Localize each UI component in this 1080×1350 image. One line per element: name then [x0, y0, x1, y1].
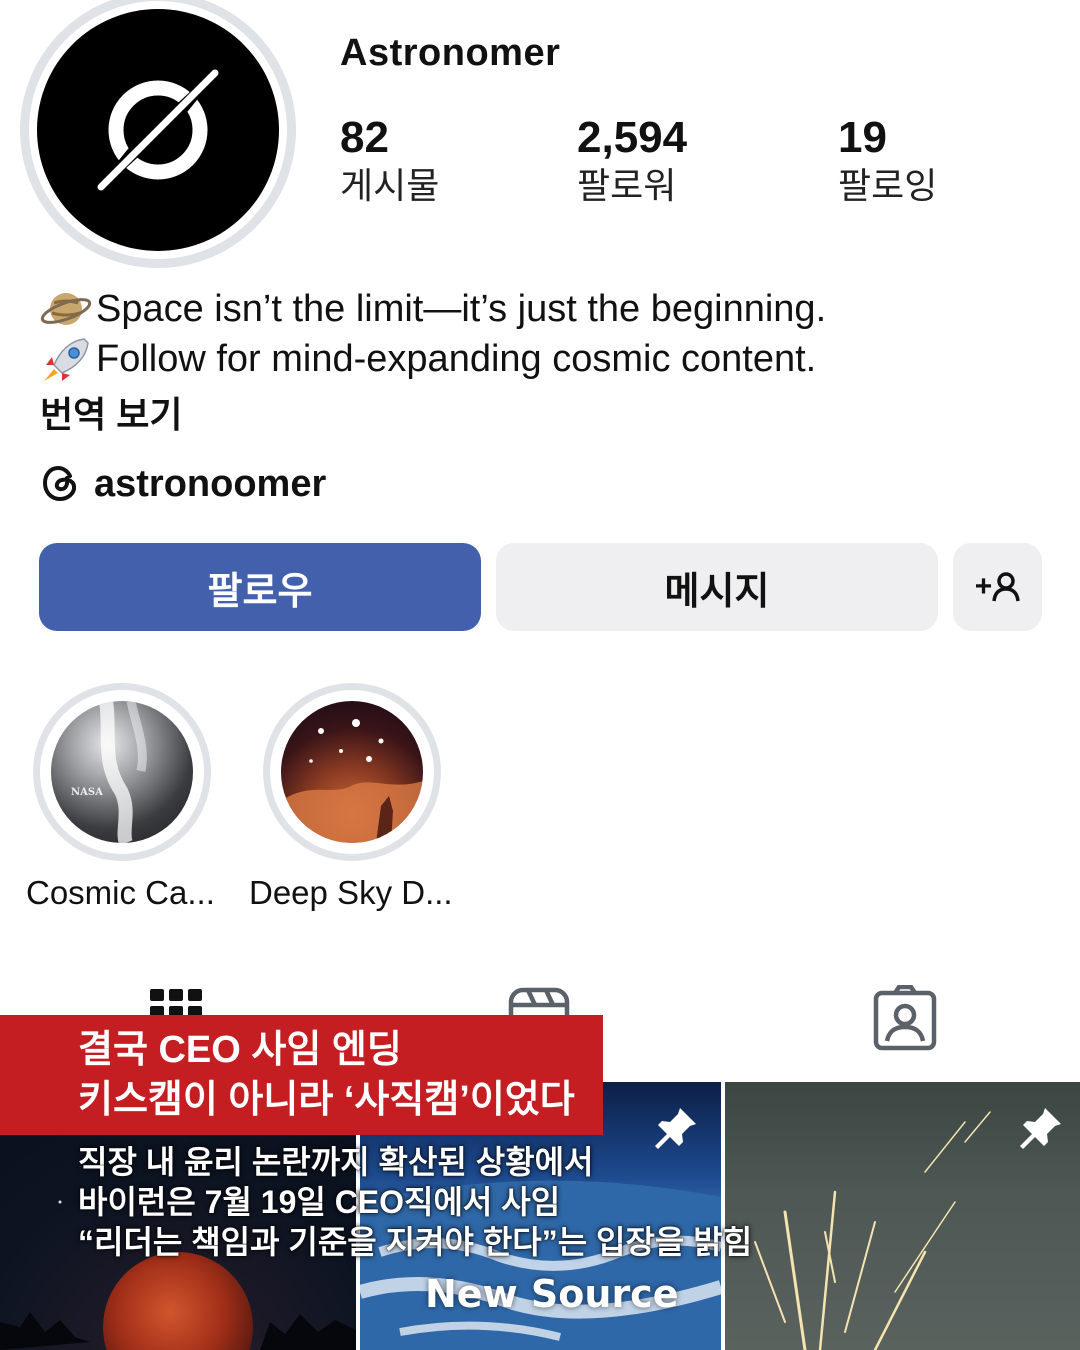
avatar-logo — [37, 9, 279, 251]
highlight-cosmic-nasa-text: NASA — [71, 787, 103, 798]
ringed-planet-emoji-icon — [40, 284, 96, 334]
pinned-post-icon-2 — [1017, 1104, 1065, 1152]
highlight-deep-sky-thumbnail — [281, 701, 423, 843]
stat-following-label: 팔로잉 — [838, 165, 938, 206]
profile-avatar[interactable] — [20, 0, 296, 268]
news-body-text: 직장 내 윤리 논란까지 확산된 상황에서 바이런은 7월 19일 CEO직에서… — [78, 1142, 752, 1262]
news-body-line-3: “리더는 책임과 기준을 지켜야 한다”는 입장을 밝힘 — [78, 1224, 753, 1260]
stat-posts-label: 게시물 — [340, 165, 440, 206]
news-headline-line-2: 키스캠이 아니라 ‘사직캠’이었다 — [78, 1079, 575, 1121]
follow-button[interactable]: 팔로우 — [39, 543, 481, 631]
astronomer-logo-icon — [97, 69, 219, 191]
threads-icon — [40, 462, 84, 506]
news-body-line-2: 바이런은 7월 19일 CEO직에서 사임 — [78, 1184, 561, 1220]
stat-following[interactable]: 19 팔로잉 — [838, 112, 937, 208]
translate-link[interactable]: 번역 보기 — [40, 386, 182, 438]
stat-followers[interactable]: 2,594 팔로워 — [577, 112, 687, 208]
bio-line-2-text: Follow for mind-expanding cosmic content… — [96, 338, 817, 380]
stat-followers-label: 팔로워 — [577, 165, 677, 206]
stat-followers-value: 2,594 — [577, 113, 688, 162]
highlight-deep-sky-ring — [270, 690, 434, 854]
highlight-cosmic-label: Cosmic Ca... — [26, 874, 215, 911]
highlight-deep-sky[interactable] — [263, 683, 441, 861]
bio-line-2: Follow for mind-expanding cosmic content… — [40, 334, 826, 384]
bio-line-1: Space isn’t the limit—it’s just the begi… — [40, 284, 826, 334]
news-body-line-1: 직장 내 윤리 논란까지 확산된 상황에서 — [78, 1144, 594, 1180]
tab-tagged[interactable] — [873, 984, 937, 1056]
add-person-button[interactable]: + — [953, 543, 1042, 631]
profile-bio: Space isn’t the limit—it’s just the begi… — [40, 284, 826, 384]
threads-link[interactable]: astronoomer — [40, 462, 326, 506]
stat-following-value: 19 — [838, 113, 887, 162]
tagged-person-icon — [873, 984, 937, 1051]
news-headline-line-1: 결국 CEO 사임 엔딩 — [78, 1029, 402, 1071]
threads-handle: astronoomer — [94, 462, 327, 505]
plus-glyph: + — [974, 570, 993, 603]
avatar-inner-ring — [29, 1, 287, 259]
stat-posts[interactable]: 82 게시물 — [340, 112, 439, 208]
person-icon — [992, 572, 1021, 602]
bio-line-1-text: Space isn’t the limit—it’s just the begi… — [96, 288, 827, 330]
highlight-cosmic-thumbnail: NASA — [51, 701, 193, 843]
highlight-cosmic[interactable]: NASA — [33, 683, 211, 861]
highlight-cosmic-ring: NASA — [40, 690, 204, 854]
message-button[interactable]: 메시지 — [496, 543, 938, 631]
rocket-emoji-icon — [40, 334, 96, 384]
highlight-deep-sky-label: Deep Sky D... — [249, 874, 453, 911]
profile-username: Astronomer — [340, 32, 561, 74]
stat-posts-value: 82 — [340, 113, 389, 162]
news-headline-banner: 결국 CEO 사임 엔딩 키스캠이 아니라 ‘사직캠’이었다 — [0, 1015, 603, 1135]
news-source-label: New Source — [425, 1272, 679, 1316]
